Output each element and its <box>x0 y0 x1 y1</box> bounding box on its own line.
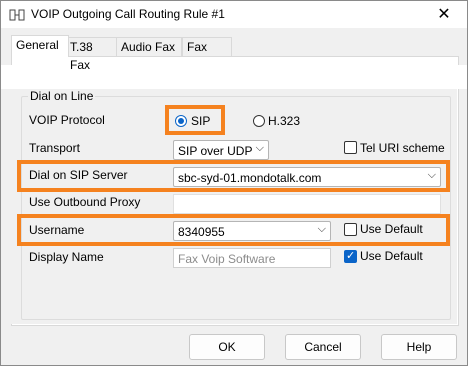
tab-t38-fax[interactable]: T.38 Fax <box>65 37 117 72</box>
username-label: Username <box>29 223 85 237</box>
display-name-label: Display Name <box>29 250 104 264</box>
voip-protocol-label: VOIP Protocol <box>29 113 105 127</box>
username-use-default-checkbox[interactable] <box>344 223 357 236</box>
dial-server-label: Dial on SIP Server <box>29 168 128 182</box>
help-button[interactable]: Help <box>381 334 457 360</box>
title-bar: VOIP Outgoing Call Routing Rule #1 ✕ <box>1 1 467 28</box>
chevron-down-icon: ⌵ <box>427 169 436 181</box>
chevron-down-icon: ⌵ <box>317 223 326 235</box>
outbound-proxy-field[interactable] <box>173 194 441 214</box>
tab-fax[interactable]: Fax <box>182 37 232 56</box>
display-name-placeholder: Fax Voip Software <box>178 252 276 266</box>
cancel-button[interactable]: Cancel <box>285 334 361 360</box>
outbound-proxy-label: Use Outbound Proxy <box>29 195 141 209</box>
close-icon: ✕ <box>437 6 451 23</box>
window-title: VOIP Outgoing Call Routing Rule #1 <box>31 7 225 21</box>
dial-server-value: sbc-syd-01.mondotalk.com <box>178 171 322 185</box>
transport-label: Transport <box>29 141 80 155</box>
username-use-default-label[interactable]: Use Default <box>360 222 423 236</box>
display-name-use-default-checkbox[interactable] <box>344 249 357 263</box>
tab-general[interactable]: General <box>11 35 69 57</box>
dial-server-select[interactable]: sbc-syd-01.mondotalk.com ⌵ <box>173 167 441 187</box>
display-name-field[interactable]: Fax Voip Software <box>173 248 331 268</box>
ok-button[interactable]: OK <box>189 334 265 360</box>
sip-radio[interactable] <box>175 115 187 127</box>
dialog-window: VOIP Outgoing Call Routing Rule #1 ✕ Gen… <box>0 0 468 366</box>
tab-audio-fax[interactable]: Audio Fax <box>116 37 182 56</box>
transport-select[interactable]: SIP over UDP ⌵ <box>173 140 269 160</box>
tel-uri-checkbox[interactable] <box>344 141 357 154</box>
sip-radio-label[interactable]: SIP <box>191 114 210 128</box>
username-value: 8340955 <box>178 225 225 239</box>
h323-radio[interactable] <box>253 115 265 127</box>
tel-uri-label[interactable]: Tel URI scheme <box>360 141 445 155</box>
username-select[interactable]: 8340955 ⌵ <box>173 221 331 241</box>
group-label: Dial on Line <box>28 89 96 103</box>
display-name-use-default-label[interactable]: Use Default <box>360 249 423 263</box>
chevron-down-icon: ⌵ <box>255 142 264 154</box>
app-icon <box>9 9 25 21</box>
close-button[interactable]: ✕ <box>421 1 467 28</box>
h323-radio-label[interactable]: H.323 <box>268 114 300 128</box>
transport-value: SIP over UDP <box>178 144 253 158</box>
